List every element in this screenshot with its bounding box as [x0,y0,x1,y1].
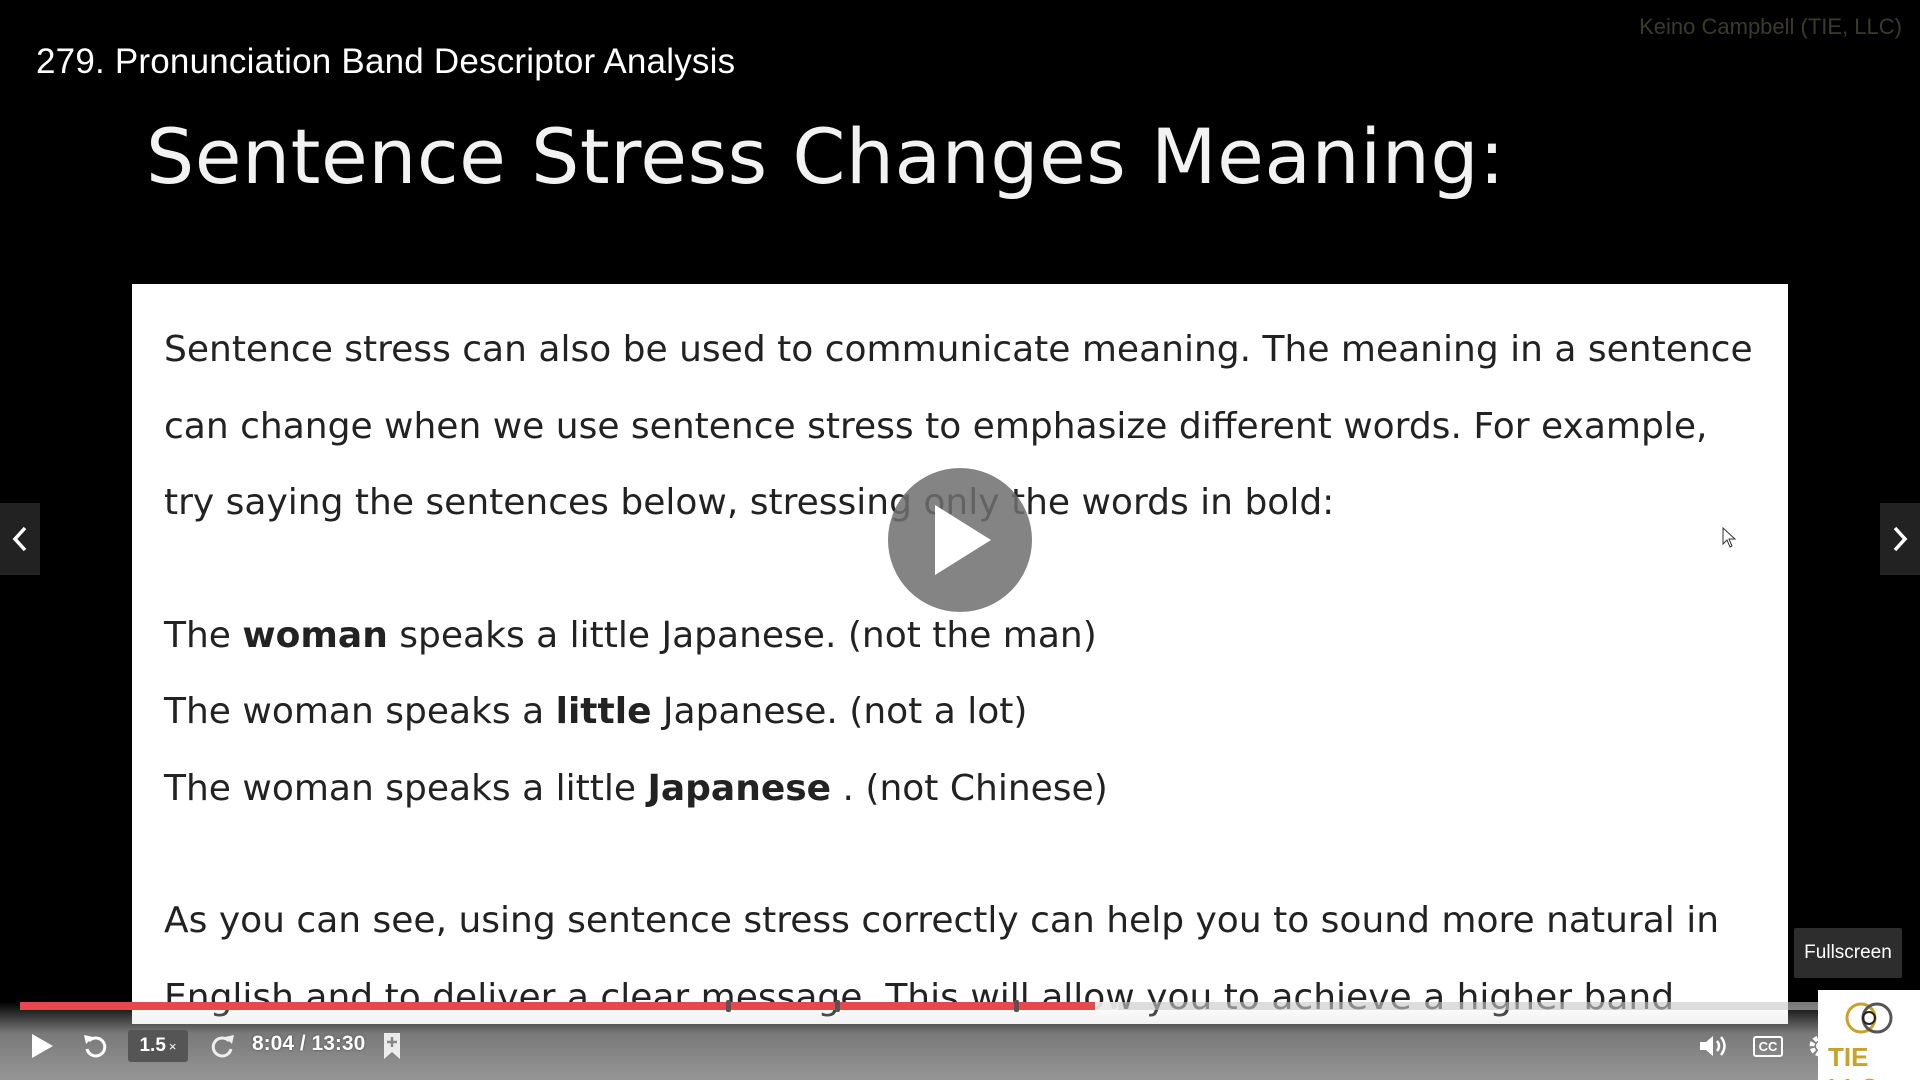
volume-button[interactable] [1692,1024,1736,1068]
chevron-left-icon [12,526,27,552]
mouse-pointer-icon [1722,526,1738,554]
tie-llc-logo: TIE LLC [1818,990,1920,1080]
previous-slide-button[interactable] [0,503,40,575]
chapter-marker[interactable] [835,1000,841,1012]
bookmark-button[interactable] [372,1024,412,1068]
stressed-word: little [555,691,652,732]
fullscreen-tooltip: Fullscreen [1794,928,1902,978]
volume-icon [1700,1036,1726,1056]
stressed-word: woman [242,614,388,656]
chapter-marker[interactable] [725,1000,731,1012]
progress-bar[interactable] [20,1000,1820,1012]
time-display: 8:04 / 13:30 [252,1032,366,1055]
playback-speed-button[interactable]: 1.5 × [128,1030,188,1062]
play-icon [32,1034,53,1058]
progress-played [20,1002,1095,1010]
speed-value: 1.5 [139,1035,166,1056]
example-sentence-2: The woman speaks a little Japanese. (not… [164,691,1028,732]
video-title: 279. Pronunciation Band Descriptor Analy… [36,42,736,81]
stressed-word: Japanese [647,767,832,809]
forward-icon [211,1035,234,1058]
play-icon [935,505,991,575]
logo-emblem-icon [1845,1002,1893,1034]
cc-label: CC [1758,1038,1778,1054]
speed-suffix: × [168,1038,177,1054]
watermark: Keino Campbell (TIE, LLC) [1639,14,1902,39]
captions-button[interactable]: CC [1748,1024,1788,1068]
chevron-right-icon [1893,526,1908,552]
bookmark-icon [384,1033,400,1059]
rewind-button[interactable] [76,1024,116,1068]
video-player[interactable]: Keino Campbell (TIE, LLC) 279. Pronuncia… [0,0,1920,1080]
slide-text: Sentence stress can also be used to comm… [164,312,1764,1024]
forward-button[interactable] [202,1024,242,1068]
cc-icon: CC [1752,1035,1784,1057]
rewind-icon [84,1035,107,1058]
play-button[interactable] [22,1024,62,1068]
slide-heading: Sentence Stress Changes Meaning: [146,112,1506,201]
example-sentence-3: The woman speaks a little Japanese . (no… [164,767,1108,809]
next-slide-button[interactable] [1880,503,1920,575]
big-play-button[interactable] [888,468,1032,612]
logo-text: TIE LLC [1828,1042,1879,1080]
chapter-marker[interactable] [1013,1000,1019,1012]
slide-content-panel: Sentence stress can also be used to comm… [132,284,1788,1024]
